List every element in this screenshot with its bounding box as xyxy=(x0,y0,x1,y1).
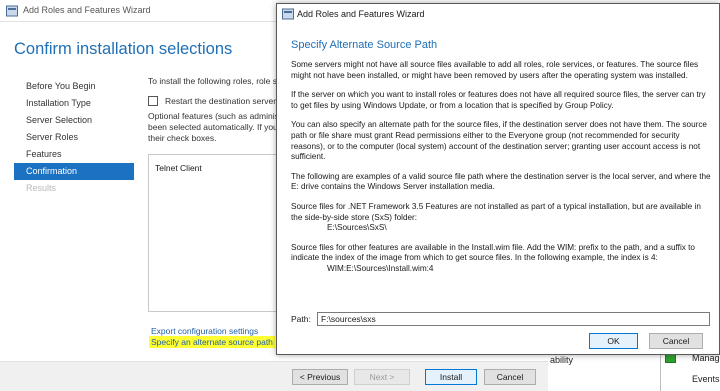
optional-line: been selected automatically. If you xyxy=(148,122,278,132)
list-item: Telnet Client xyxy=(155,163,202,173)
background-window-title: Add Roles and Features Wizard xyxy=(23,5,151,15)
path-label: Path: xyxy=(291,314,311,324)
nav-item-server-roles[interactable]: Server Roles xyxy=(14,129,134,146)
optional-line: Optional features (such as adminis xyxy=(148,111,279,121)
dialog-heading: Specify Alternate Source Path xyxy=(291,39,438,51)
install-button[interactable]: Install xyxy=(425,369,477,385)
peek-events-label[interactable]: Events xyxy=(692,374,720,384)
alternate-source-dialog: Add Roles and Features Wizard Specify Al… xyxy=(276,3,720,355)
info-paragraph: You can also specify an alternate path f… xyxy=(291,120,707,162)
previous-button[interactable]: < Previous xyxy=(292,369,348,385)
nav-item-installation-type[interactable]: Installation Type xyxy=(14,95,134,112)
nav-item-features[interactable]: Features xyxy=(14,146,134,163)
next-button: Next > xyxy=(354,369,410,385)
nav-item-results: Results xyxy=(26,183,57,193)
intro-text: To install the following roles, role s xyxy=(148,76,277,86)
cancel-button[interactable]: Cancel xyxy=(484,369,536,385)
dialog-titlebar: Add Roles and Features Wizard xyxy=(277,4,719,24)
example2-text: Source files for other features are avai… xyxy=(291,242,695,263)
ok-button[interactable]: OK xyxy=(589,333,638,349)
wizard-nav: Before You Begin Installation Type Serve… xyxy=(14,78,134,197)
example1-text: Source files for .NET Framework 3.5 Feat… xyxy=(291,201,701,222)
wizard-app-icon xyxy=(282,8,294,20)
optional-features-text: Optional features (such as adminis been … xyxy=(148,111,280,144)
path-row: Path: xyxy=(291,312,711,326)
wizard-app-icon xyxy=(6,5,18,17)
confirmation-content: To install the following roles, role s R… xyxy=(148,76,280,144)
info-paragraph: Some servers might not have all source f… xyxy=(291,60,699,80)
restart-checkbox[interactable] xyxy=(148,96,158,106)
nav-item-confirmation[interactable]: Confirmation xyxy=(14,163,134,180)
restart-label: Restart the destination server xyxy=(165,96,277,106)
dialog-title: Add Roles and Features Wizard xyxy=(297,9,425,19)
info-paragraph: The following are examples of a valid so… xyxy=(291,171,711,192)
path-input[interactable] xyxy=(317,312,710,326)
export-configuration-link[interactable]: Export configuration settings xyxy=(151,326,258,336)
example1-path: E:\Sources\SxS\ xyxy=(327,223,387,233)
nav-item-server-selection[interactable]: Server Selection xyxy=(14,112,134,129)
example2-path: WIM:E:\Sources\Install.wim:4 xyxy=(327,263,434,273)
optional-line: their check boxes. xyxy=(148,133,217,143)
page-title: Confirm installation selections xyxy=(14,40,233,58)
restart-option[interactable]: Restart the destination server xyxy=(148,96,280,106)
dialog-cancel-button[interactable]: Cancel xyxy=(649,333,703,349)
specify-alternate-source-link[interactable]: Specify an alternate source path xyxy=(149,336,275,348)
selected-features-list[interactable]: Telnet Client xyxy=(148,154,280,312)
info-paragraph: If the server on which you want to insta… xyxy=(291,90,706,110)
peek-label: ability xyxy=(550,355,574,365)
nav-item-before-you-begin[interactable]: Before You Begin xyxy=(14,78,134,95)
dialog-body: Some servers might not have all source f… xyxy=(291,60,711,275)
